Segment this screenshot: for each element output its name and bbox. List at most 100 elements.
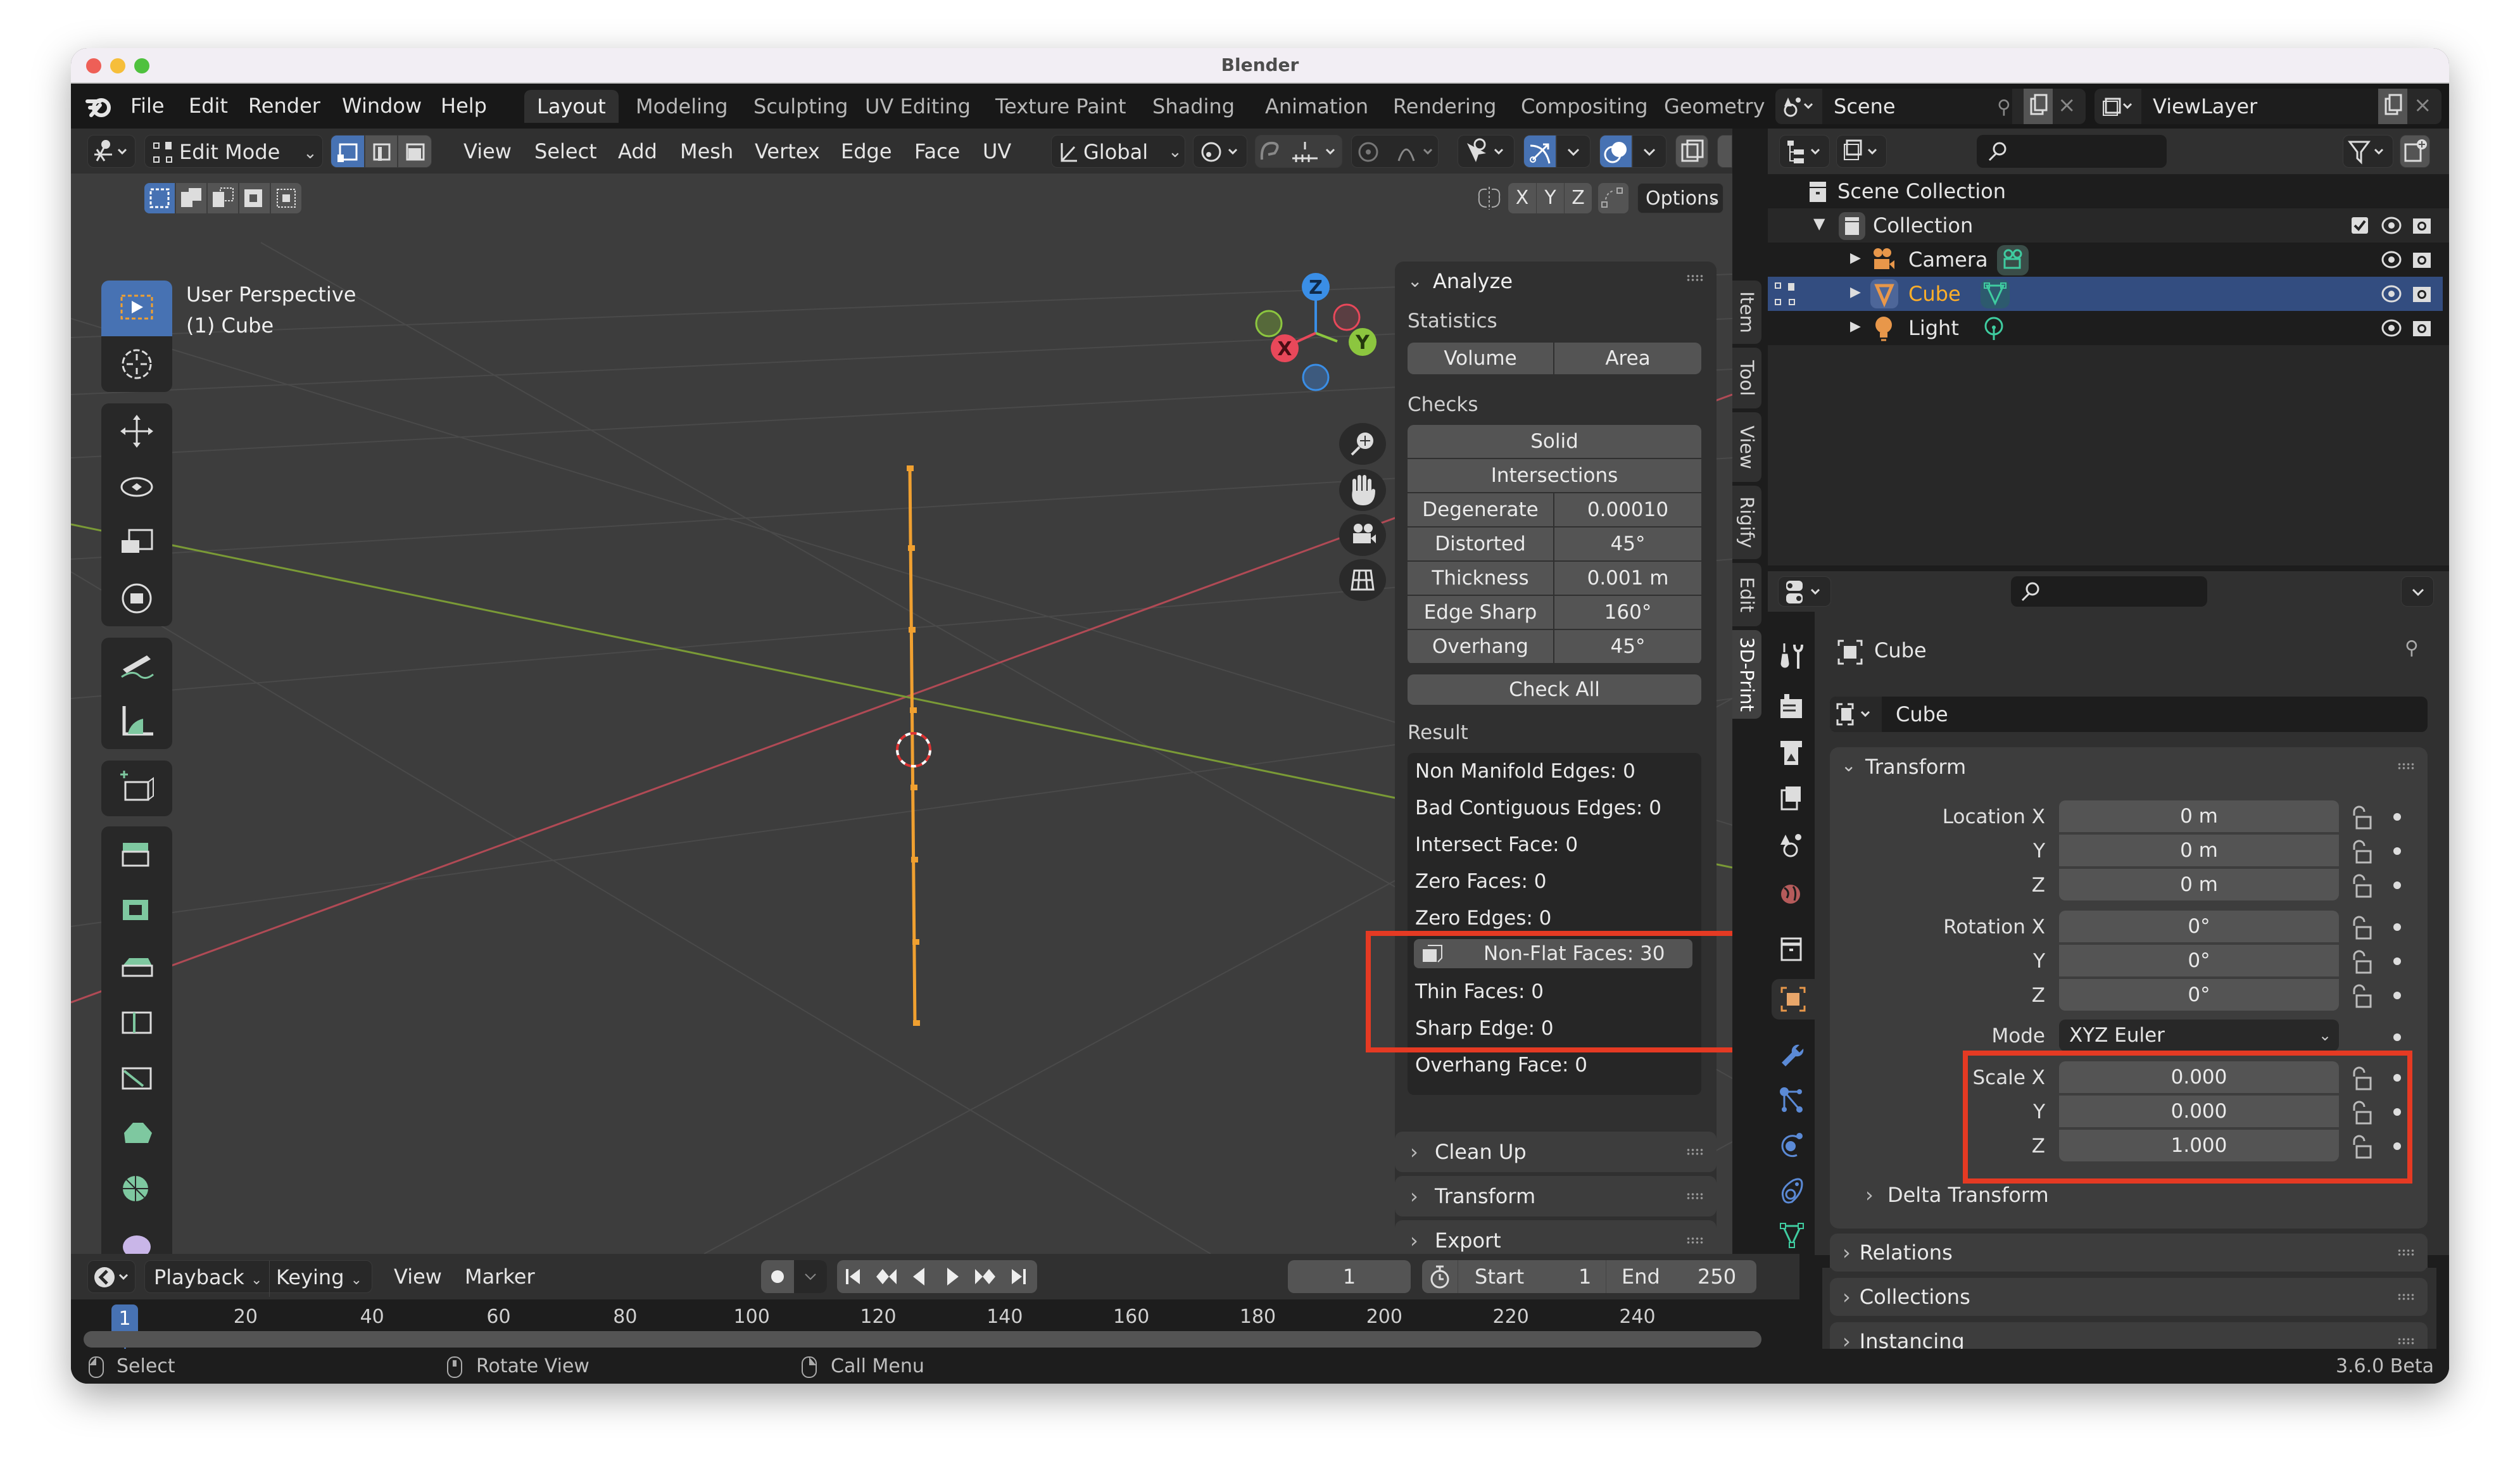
auto-keying-options[interactable]	[794, 1260, 827, 1293]
face-select-mode-button[interactable]	[398, 135, 432, 168]
drag-handle-icon[interactable]	[2397, 762, 2415, 770]
gizmo-options-dropdown[interactable]	[1556, 135, 1591, 168]
collections-panel[interactable]: › Collections	[1830, 1278, 2428, 1316]
location-z-field[interactable]: 0 m	[2059, 869, 2339, 900]
blender-logo-icon[interactable]	[85, 92, 113, 120]
delta-transform-subpanel[interactable]: › Delta Transform	[1865, 1183, 2049, 1207]
scene-properties-tab[interactable]	[1778, 831, 1805, 862]
view-layer-selector[interactable]: ViewLayer ×	[2095, 89, 2441, 124]
exclude-checkbox[interactable]	[2350, 216, 2369, 235]
outliner-row-camera[interactable]: ▶ Camera	[1768, 243, 2449, 277]
zoom-view-button[interactable]	[1339, 423, 1386, 465]
render-camera-icon[interactable]	[2411, 316, 2433, 339]
particles-properties-tab[interactable]	[1778, 1084, 1805, 1116]
select-new-button[interactable]	[144, 183, 175, 213]
distorted-value-field[interactable]: 45°	[1554, 527, 1701, 560]
timeline-scrollbar[interactable]	[84, 1331, 1761, 1348]
relations-panel-row[interactable]: › Relations	[1830, 1234, 2428, 1272]
physics-properties-tab[interactable]	[1778, 1130, 1805, 1161]
expand-arrow-icon[interactable]: ▶	[1850, 319, 1861, 334]
drag-handle-icon[interactable]	[1686, 1192, 1704, 1200]
location-x-field[interactable]: 0 m	[2059, 800, 2339, 832]
options-dropdown[interactable]: Options ⌄	[1637, 183, 1723, 213]
keyframe-dot[interactable]	[2393, 957, 2401, 965]
use-preview-range-icon[interactable]	[1426, 1263, 1454, 1291]
render-camera-icon[interactable]	[2411, 282, 2433, 305]
outliner-row-scene-collection[interactable]: Scene Collection	[1768, 174, 2449, 208]
mesh-data-icon[interactable]	[1981, 279, 2010, 308]
workspace-tab-geometry[interactable]: Geometry	[1651, 90, 1778, 123]
select-box-tool[interactable]	[101, 281, 172, 336]
wireframe-shading-button[interactable]	[1717, 135, 1732, 168]
expand-arrow-icon[interactable]: ▼	[1813, 215, 1825, 232]
new-view-layer-button[interactable]	[2378, 89, 2407, 124]
collapse-chevron-icon[interactable]: ⌄	[1841, 755, 1856, 776]
menu-view[interactable]: View	[463, 135, 512, 168]
visibility-eye-icon[interactable]	[2381, 249, 2402, 270]
thickness-check-button[interactable]: Thickness	[1408, 562, 1553, 595]
menu-help[interactable]: Help	[441, 84, 487, 129]
sidebar-tab-view[interactable]: View	[1732, 412, 1761, 482]
mesh-data-properties-tab[interactable]	[1778, 1220, 1805, 1251]
playback-menu[interactable]: Playback ⌄	[154, 1261, 262, 1297]
auto-keying-toggle[interactable]	[761, 1260, 827, 1293]
start-frame-field[interactable]: Start 1	[1458, 1260, 1606, 1293]
lock-icon[interactable]	[2349, 840, 2374, 865]
intersections-check-button[interactable]: Intersections	[1408, 459, 1701, 492]
3d-viewport[interactable]: Edit Mode ⌄ View Select Add Mesh Vertex …	[71, 129, 1732, 1254]
selected-mesh[interactable]	[881, 452, 1008, 1123]
render-properties-tab[interactable]	[1778, 692, 1805, 723]
collection-properties-tab[interactable]	[1778, 933, 1805, 965]
scene-name[interactable]: Scene	[1834, 89, 1896, 124]
display-mode-dropdown[interactable]	[1779, 135, 1830, 168]
area-button[interactable]: Area	[1554, 343, 1701, 374]
menu-mesh[interactable]: Mesh	[680, 135, 733, 168]
location-y-field[interactable]: 0 m	[2059, 835, 2339, 866]
jump-to-start-icon[interactable]	[837, 1260, 870, 1293]
transform-tool[interactable]	[101, 571, 172, 626]
proportional-edit-toggle[interactable]	[1351, 135, 1439, 168]
workspace-tab-shading[interactable]: Shading	[1140, 90, 1247, 123]
rotation-mode-dropdown[interactable]: XYZ Euler ⌄	[2059, 1020, 2339, 1051]
sidebar-tab-rigify[interactable]: Rigify	[1732, 486, 1761, 559]
keyframe-dot[interactable]	[2393, 813, 2401, 821]
sidebar-tab-item[interactable]: Item	[1732, 281, 1761, 344]
workspace-tab-modeling[interactable]: Modeling	[623, 90, 741, 123]
pivot-point-dropdown[interactable]	[1193, 135, 1247, 168]
overhang-check-button[interactable]: Overhang	[1408, 630, 1553, 663]
end-frame-field[interactable]: End 250	[1606, 1260, 1756, 1293]
topology-mirror-toggle[interactable]	[1598, 183, 1629, 213]
drag-handle-icon[interactable]	[2397, 1249, 2415, 1256]
clean-up-panel[interactable]: › Clean Up	[1395, 1132, 1717, 1172]
jump-to-prev-keyframe-icon[interactable]	[870, 1260, 903, 1293]
overhang-value-field[interactable]: 45°	[1554, 630, 1701, 663]
output-properties-tab[interactable]	[1778, 738, 1805, 770]
degenerate-check-button[interactable]: Degenerate	[1408, 493, 1553, 526]
show-gizmo-toggle[interactable]	[1523, 135, 1556, 168]
edge-sharp-value-field[interactable]: 160°	[1554, 596, 1701, 629]
keyframe-dot[interactable]	[2393, 847, 2401, 855]
properties-search-input[interactable]	[2011, 576, 2207, 607]
cursor-tool[interactable]	[101, 336, 172, 392]
navigation-gizmo[interactable]: Z X Y	[1223, 255, 1388, 420]
workspace-tab-texture-paint[interactable]: Texture Paint	[983, 90, 1139, 123]
sidebar-tab-tool[interactable]: Tool	[1732, 348, 1761, 408]
play-icon[interactable]	[936, 1260, 969, 1293]
jump-to-end-icon[interactable]	[1002, 1260, 1035, 1293]
snap-toggle[interactable]	[1255, 135, 1342, 168]
view-layer-filter-dropdown[interactable]	[1836, 135, 1887, 168]
lock-icon[interactable]	[2349, 874, 2374, 899]
check-all-button[interactable]: Check All	[1408, 674, 1701, 705]
inset-faces-tool[interactable]	[101, 882, 172, 938]
outliner-row-light[interactable]: ▶ Light	[1768, 311, 2449, 345]
camera-view-button[interactable]	[1339, 514, 1386, 556]
view-layer-properties-tab[interactable]	[1778, 784, 1805, 816]
delete-scene-icon[interactable]: ×	[2058, 92, 2076, 118]
mode-dropdown[interactable]: Edit Mode ⌄	[144, 135, 323, 168]
current-frame-field[interactable]: 1	[1288, 1260, 1411, 1293]
orthographic-toggle-button[interactable]	[1339, 559, 1386, 601]
properties-options-dropdown[interactable]	[2401, 576, 2434, 607]
menu-vertex[interactable]: Vertex	[755, 135, 820, 168]
select-extend-button[interactable]	[176, 183, 206, 213]
xray-toggle[interactable]	[1675, 135, 1708, 168]
